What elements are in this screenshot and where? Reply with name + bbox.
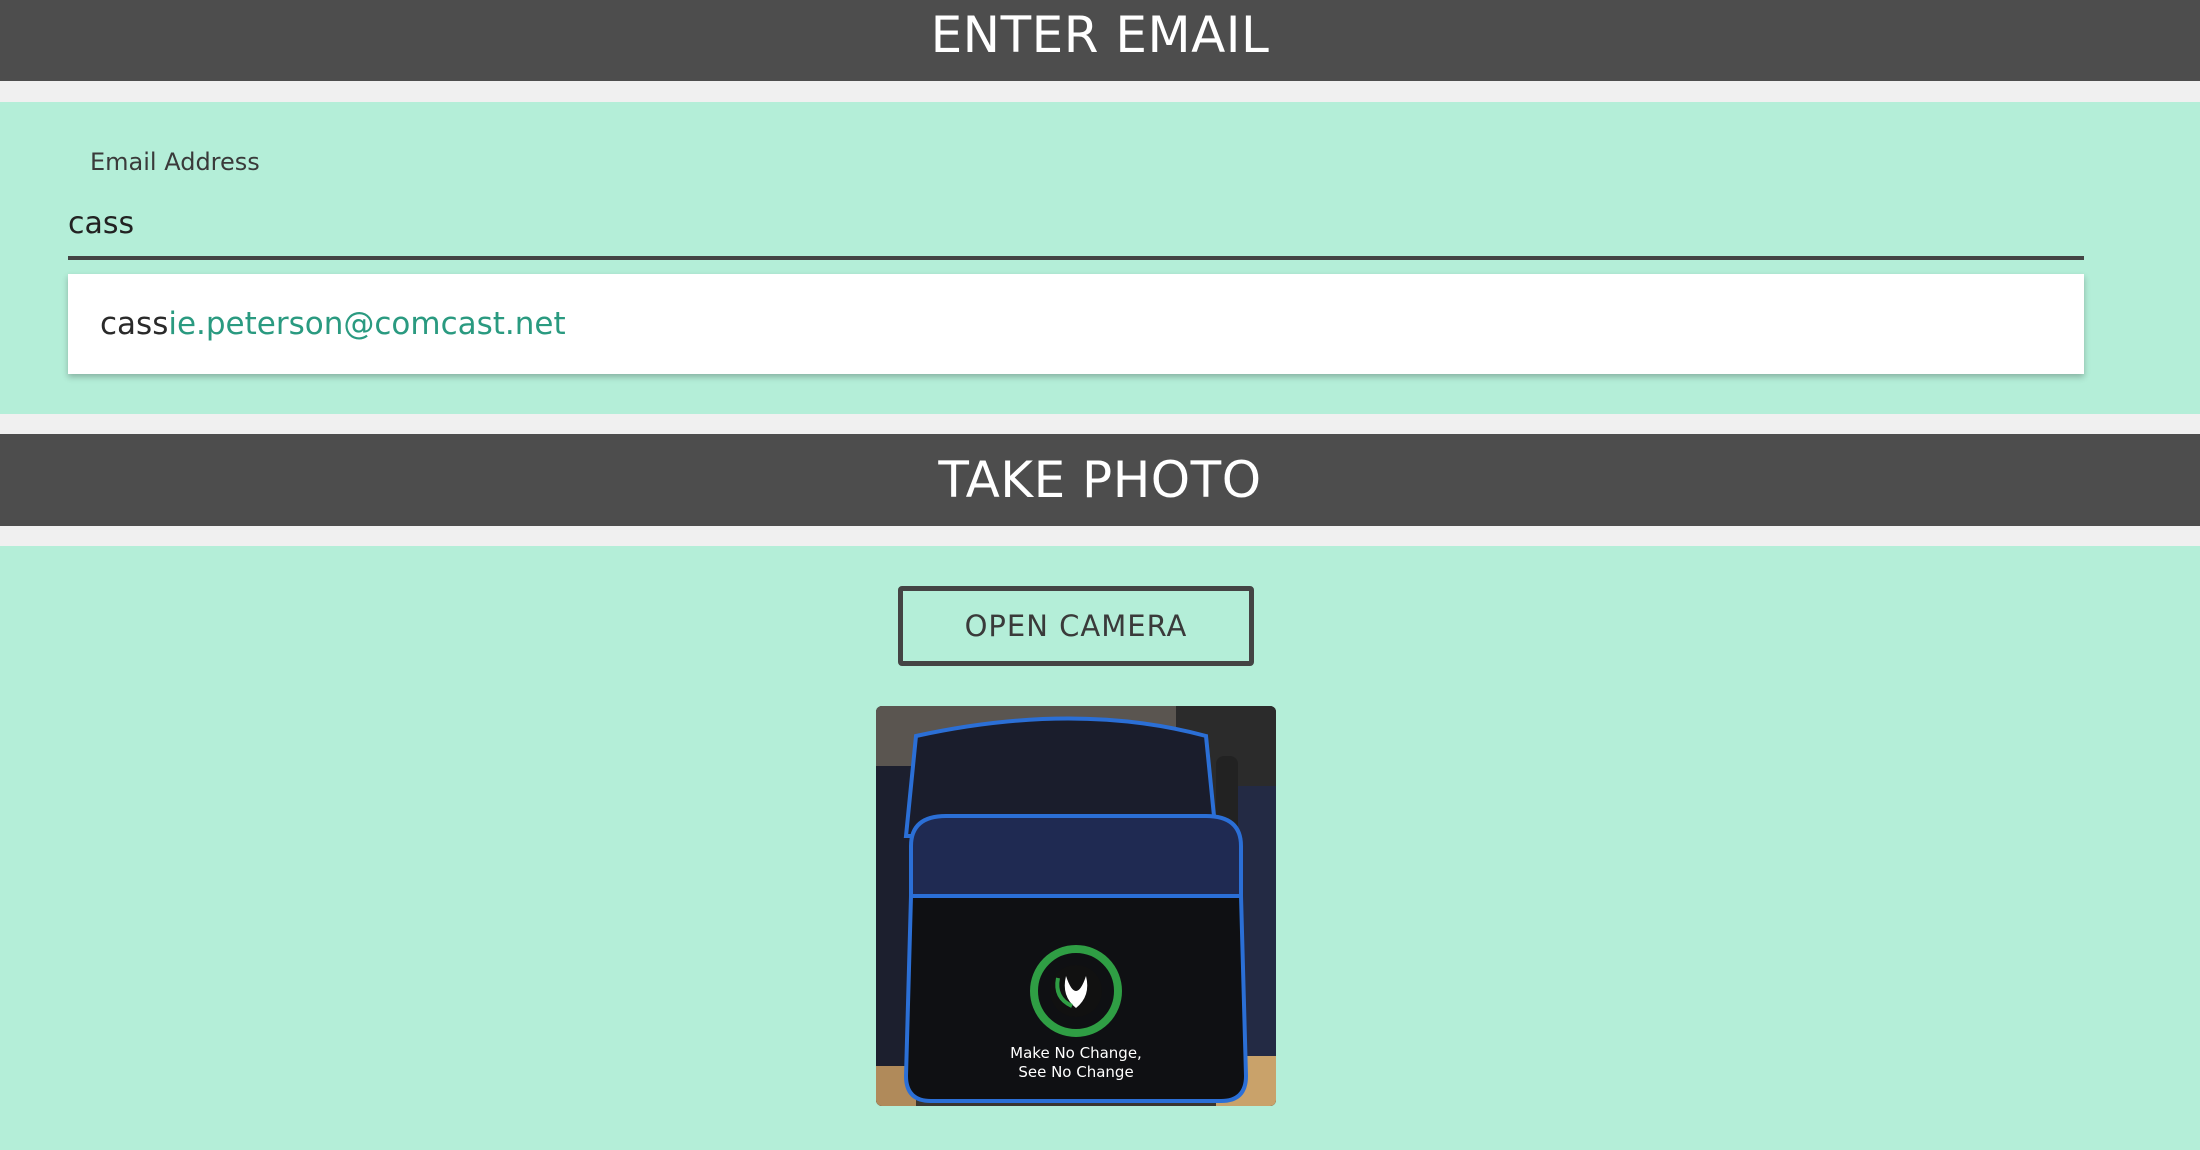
suggestion-completion-text: ie.peterson@comcast.net bbox=[168, 306, 566, 342]
captured-photo: Make No Change, See No Change bbox=[876, 706, 1276, 1106]
enter-email-heading: ENTER EMAIL bbox=[0, 0, 2200, 81]
email-field-label: Email Address bbox=[90, 148, 260, 176]
suggestion-typed-text: cass bbox=[100, 306, 169, 342]
email-panel: Email Address cassie.peterson@comcast.ne… bbox=[0, 102, 2200, 414]
bag-photo-image: Make No Change, See No Change bbox=[876, 706, 1276, 1106]
open-camera-button[interactable]: OPEN CAMERA bbox=[898, 586, 1254, 666]
photo-panel: OPEN CAMERA Make No Change, See No Chang… bbox=[0, 546, 2200, 1150]
take-photo-heading: TAKE PHOTO bbox=[0, 434, 2200, 526]
photo-caption-line2: See No Change bbox=[1018, 1063, 1133, 1081]
photo-caption-line1: Make No Change, bbox=[1010, 1044, 1142, 1062]
email-input[interactable] bbox=[68, 190, 2084, 260]
email-suggestion[interactable]: cassie.peterson@comcast.net bbox=[68, 274, 2084, 374]
